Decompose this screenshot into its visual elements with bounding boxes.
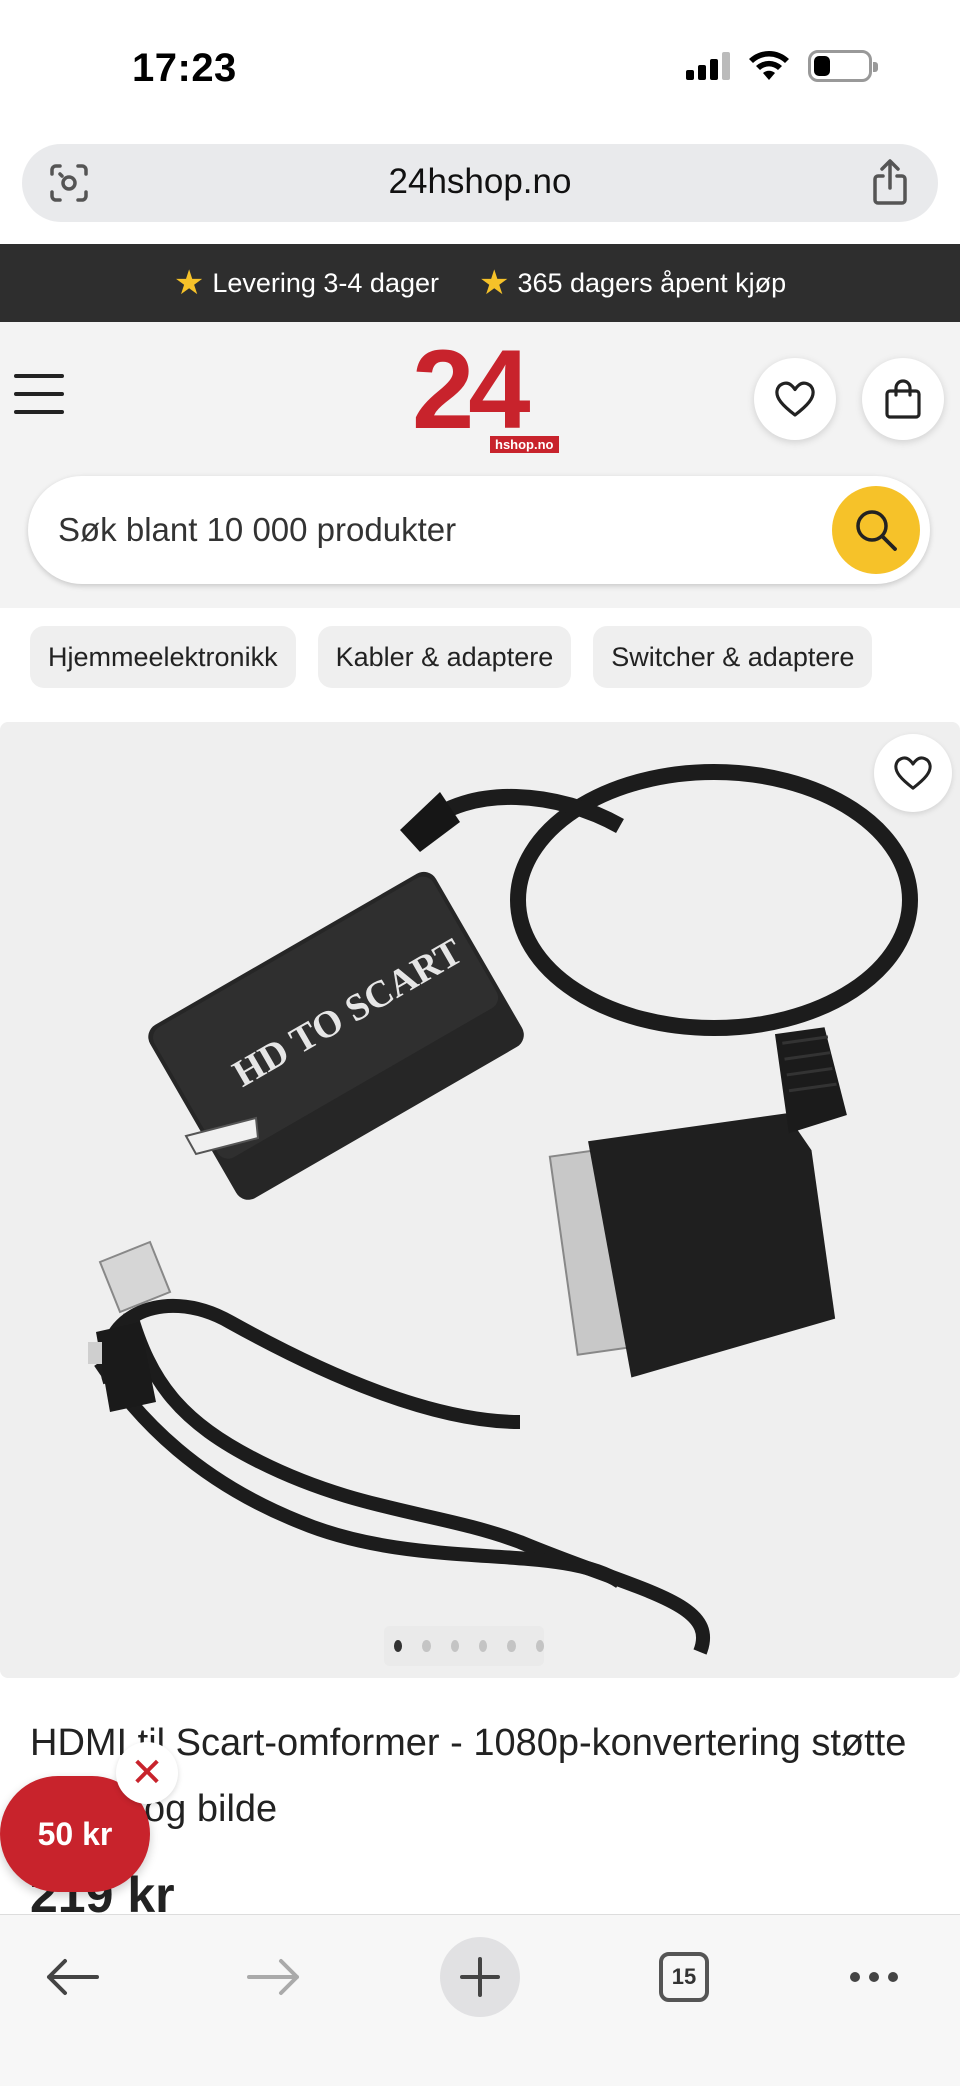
search-button[interactable]	[832, 486, 920, 574]
status-time: 17:23	[132, 46, 237, 90]
heart-icon	[775, 381, 815, 417]
promo-bar: ★ Levering 3-4 dager ★ 365 dagers åpent …	[0, 244, 960, 322]
chip-home-electronics[interactable]: Hjemmeelektronikk	[30, 626, 296, 688]
pagination-dot[interactable]	[450, 1640, 459, 1652]
wifi-icon	[749, 51, 789, 80]
more-dots-icon	[850, 1972, 898, 1982]
promo-open-purchase: ★ 365 dagers åpent kjøp	[479, 266, 786, 300]
wishlist-button[interactable]	[754, 358, 836, 440]
star-icon: ★	[478, 264, 510, 302]
address-bar[interactable]: 24hshop.no	[22, 144, 938, 222]
url-text[interactable]: 24hshop.no	[22, 162, 938, 202]
site-logo[interactable]: 24 hshop.no	[412, 334, 559, 453]
new-tab-button[interactable]	[440, 1937, 520, 2017]
product-favorite-button[interactable]	[874, 734, 952, 812]
back-button[interactable]	[34, 1939, 110, 2015]
promo-open-purchase-text: 365 dagers åpent kjøp	[517, 267, 787, 298]
battery-icon	[808, 50, 878, 82]
cart-button[interactable]	[862, 358, 944, 440]
status-icons	[686, 50, 878, 82]
browser-toolbar: 15	[0, 1914, 960, 2086]
arrow-left-icon	[47, 1959, 99, 1995]
pagination-dot[interactable]	[394, 1640, 403, 1652]
search-bar	[28, 476, 930, 584]
share-icon[interactable]	[870, 158, 910, 206]
shopping-bag-icon	[885, 379, 921, 419]
search-icon	[856, 510, 897, 551]
arrow-right-icon	[247, 1959, 299, 1995]
forward-button[interactable]	[236, 1939, 312, 2015]
promo-delivery: ★ Levering 3-4 dager	[174, 266, 439, 300]
heart-icon	[894, 756, 932, 790]
product-photo: HD TO SCART	[88, 764, 918, 1655]
site-header: 24 hshop.no	[0, 322, 960, 608]
chip-switches-adapters[interactable]: Switcher & adaptere	[593, 626, 873, 688]
pagination-dot[interactable]	[422, 1640, 431, 1652]
close-icon[interactable]: ✕	[116, 1742, 178, 1804]
promo-delivery-text: Levering 3-4 dager	[212, 267, 439, 298]
menu-icon[interactable]	[14, 374, 64, 414]
more-button[interactable]	[844, 1939, 904, 2015]
search-input[interactable]	[58, 476, 838, 584]
cellular-signal-icon	[686, 52, 730, 80]
tabs-button[interactable]: 15	[654, 1939, 714, 2015]
tab-count: 15	[659, 1952, 709, 2002]
category-chips: Hjemmeelektronikk Kabler & adaptere Swit…	[30, 626, 873, 688]
pagination-dot[interactable]	[507, 1640, 516, 1652]
chip-cables-adapters[interactable]: Kabler & adaptere	[317, 626, 572, 688]
pagination-dot[interactable]	[478, 1640, 488, 1652]
logo-sub: hshop.no	[490, 436, 559, 453]
status-bar: 17:23	[0, 0, 960, 130]
plus-icon	[460, 1957, 500, 1997]
logo-number: 24	[412, 327, 531, 452]
pagination-dot[interactable]	[535, 1640, 544, 1652]
product-image-gallery[interactable]: HD TO SCART	[0, 722, 960, 1678]
star-icon: ★	[173, 264, 205, 302]
image-pagination-dots[interactable]	[384, 1626, 544, 1666]
